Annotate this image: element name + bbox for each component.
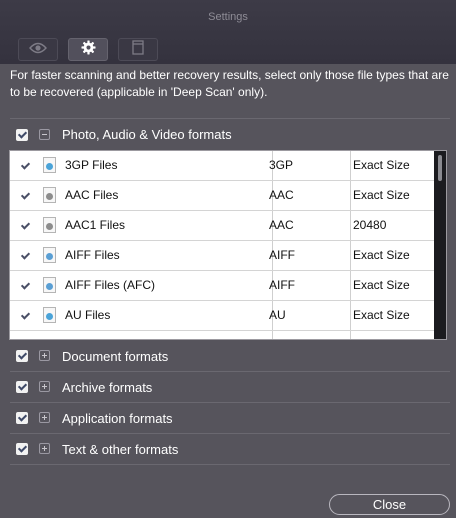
- gear-icon: [80, 39, 96, 60]
- tab-preview[interactable]: [18, 38, 58, 61]
- row-checkbox[interactable]: [19, 311, 30, 322]
- file-extension: 3GP: [269, 158, 294, 172]
- file-size: Exact Size: [353, 278, 410, 292]
- group-label-archive: Archive formats: [62, 380, 153, 395]
- expand-icon[interactable]: [39, 350, 50, 361]
- file-extension: AAC: [269, 188, 294, 202]
- file-type-name: AAC Files: [65, 188, 119, 202]
- divider: [10, 402, 450, 403]
- description-text: For faster scanning and better recovery …: [10, 68, 449, 99]
- group-checkbox-archive[interactable]: [16, 381, 28, 393]
- group-label-photo-audio-video: Photo, Audio & Video formats: [62, 127, 232, 142]
- table-row[interactable]: AU Files AU Exact Size: [10, 301, 434, 331]
- music-file-icon: [43, 277, 56, 293]
- divider: [10, 371, 450, 372]
- window-title: Settings: [208, 11, 248, 23]
- file-type-name: AIFF Files (AFC): [65, 278, 155, 292]
- group-checkbox-photo-audio-video[interactable]: [16, 129, 28, 141]
- table-row[interactable]: AAC1 Files AAC 20480: [10, 211, 434, 241]
- close-button[interactable]: Close: [329, 494, 450, 515]
- row-checkbox[interactable]: [19, 221, 30, 232]
- table-row[interactable]: 3GP Files 3GP Exact Size: [10, 151, 434, 181]
- table-row[interactable]: AIFF Files AIFF Exact Size: [10, 241, 434, 271]
- divider: [10, 433, 450, 434]
- file-type-name: AU Files: [65, 308, 111, 322]
- divider: [10, 464, 450, 465]
- document-icon: [132, 39, 144, 60]
- file-size: Exact Size: [353, 308, 410, 322]
- expand-icon[interactable]: [39, 443, 50, 454]
- group-label-text-other: Text & other formats: [62, 442, 179, 457]
- scrollbar-thumb[interactable]: [438, 155, 442, 181]
- group-label-application: Application formats: [62, 411, 173, 426]
- file-extension: AAC: [269, 218, 294, 232]
- row-checkbox[interactable]: [19, 281, 30, 292]
- music-file-icon: [43, 247, 56, 263]
- file-type-table: 3GP Files 3GP Exact Size AAC Files AAC E…: [9, 150, 447, 340]
- row-checkbox[interactable]: [19, 251, 30, 262]
- group-checkbox-document[interactable]: [16, 350, 28, 362]
- file-type-name: AIFF Files: [65, 248, 120, 262]
- eye-icon: [29, 41, 47, 59]
- file-extension: AIFF: [269, 248, 295, 262]
- audio-file-icon: [43, 307, 56, 323]
- file-extension: AU: [269, 308, 286, 322]
- table-scrollbar[interactable]: [434, 151, 446, 339]
- divider: [10, 118, 450, 119]
- file-type-name: 3GP Files: [65, 158, 118, 172]
- file-size: Exact Size: [353, 188, 410, 202]
- expand-icon[interactable]: [39, 381, 50, 392]
- audio-file-icon: [43, 187, 56, 203]
- tab-settings[interactable]: [68, 38, 108, 61]
- row-checkbox[interactable]: [19, 191, 30, 202]
- file-extension: AIFF: [269, 278, 295, 292]
- title-bar: Settings: [0, 0, 456, 64]
- tab-log[interactable]: [118, 38, 158, 61]
- file-type-name: AAC1 Files: [65, 218, 126, 232]
- group-checkbox-application[interactable]: [16, 412, 28, 424]
- table-row[interactable]: AIFF Files (AFC) AIFF Exact Size: [10, 271, 434, 301]
- table-row[interactable]: AAC Files AAC Exact Size: [10, 181, 434, 211]
- row-checkbox[interactable]: [19, 161, 30, 172]
- table-row[interactable]: [10, 331, 434, 339]
- file-size: Exact Size: [353, 158, 410, 172]
- group-checkbox-text-other[interactable]: [16, 443, 28, 455]
- file-size: 20480: [353, 218, 387, 232]
- audio-file-icon: [43, 217, 56, 233]
- file-size: Exact Size: [353, 248, 410, 262]
- expand-icon[interactable]: [39, 412, 50, 423]
- collapse-icon[interactable]: [39, 129, 50, 140]
- video-file-icon: [43, 157, 56, 173]
- group-label-document: Document formats: [62, 349, 169, 364]
